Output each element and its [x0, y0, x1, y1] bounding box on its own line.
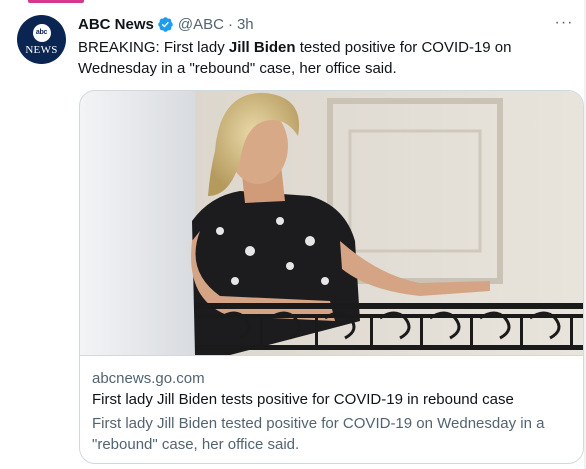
link-card[interactable]: abcnews.go.com First lady Jill Biden tes… [79, 90, 584, 464]
avatar[interactable]: abc NEWS [17, 15, 66, 64]
tweet-text-bold[interactable]: Jill Biden [229, 39, 296, 56]
tweet-text-prefix: BREAKING: First lady [78, 39, 229, 56]
author-handle[interactable]: @ABC [178, 16, 224, 33]
author-name[interactable]: ABC News [78, 16, 154, 33]
card-domain: abcnews.go.com [92, 370, 205, 387]
card-image [80, 91, 583, 356]
separator-dot: · [227, 15, 233, 33]
tweet-header: ABC News @ABC · 3h [78, 14, 254, 34]
card-title: First lady Jill Biden tests positive for… [92, 391, 514, 408]
tweet[interactable]: abc NEWS ABC News @ABC · 3h ··· BREAKING… [0, 0, 586, 469]
verified-badge-icon [158, 16, 173, 32]
avatar-news-text: NEWS [25, 43, 58, 56]
more-icon[interactable]: ··· [552, 13, 576, 33]
tweet-text: BREAKING: First lady Jill Biden tested p… [78, 37, 518, 79]
abc-logo: abc [32, 23, 51, 42]
card-description: First lady Jill Biden tested positive fo… [92, 415, 545, 453]
tweet-time[interactable]: 3h [237, 16, 254, 33]
